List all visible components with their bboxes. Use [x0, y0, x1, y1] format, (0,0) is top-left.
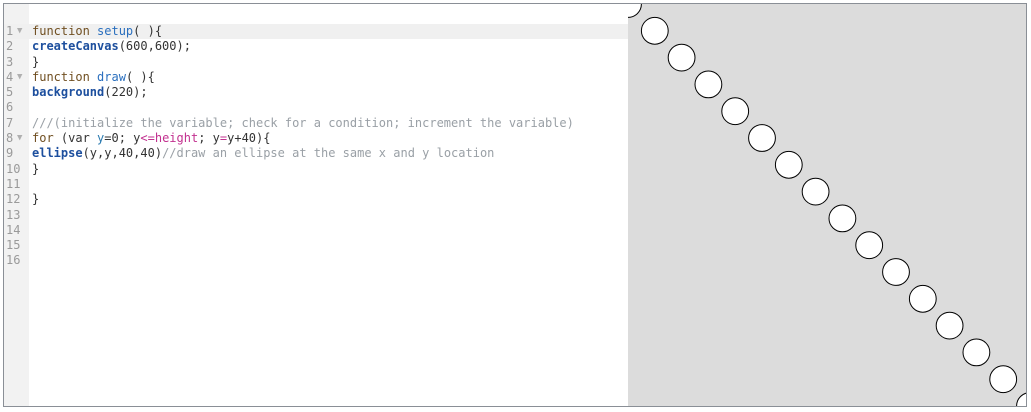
ellipse-shape: [801, 177, 830, 206]
code-line[interactable]: 11: [4, 177, 628, 192]
line-number-text: 5: [6, 85, 14, 100]
line-number-text: 16: [6, 253, 21, 268]
code-token: }: [32, 192, 40, 207]
line-number-text: 3: [6, 54, 14, 69]
code-line[interactable]: 6: [4, 100, 628, 115]
ellipse-shape: [882, 258, 910, 286]
code-text: function setup( ){: [32, 24, 162, 39]
code-line[interactable]: 14: [4, 223, 628, 238]
code-line[interactable]: 2 createCanvas(600,600);: [4, 39, 628, 54]
ellipse-shape: [908, 284, 937, 313]
sketch-canvas[interactable]: [628, 4, 1026, 406]
code-text: }: [32, 192, 39, 207]
code-token: setup: [97, 24, 134, 38]
code-token: ( ){: [133, 24, 163, 38]
code-token: ( ){: [125, 69, 155, 84]
code-text: background(220);: [32, 85, 148, 100]
code-text: ///(initialize the variable; check for a…: [32, 116, 574, 131]
code-token: createCanvas: [32, 39, 119, 54]
code-token: (y,y,40,40): [82, 146, 163, 161]
line-number-text: 11: [6, 176, 21, 191]
ellipse-shape: [935, 311, 964, 340]
code-text: }: [32, 55, 39, 70]
code-lines[interactable]: 1 ▼ function setup( ){2 createCanvas(600,60…: [4, 24, 628, 269]
code-line[interactable]: 8 ▼ for (var y=0; y<=height; y=y+40){: [4, 131, 628, 146]
line-number-text: 7: [6, 115, 14, 130]
code-token: (220);: [104, 85, 148, 100]
ellipse-shape: [748, 124, 776, 152]
code-text: }: [32, 162, 39, 177]
line-number-text: 13: [6, 207, 21, 222]
code-token: background: [32, 85, 105, 100]
ellipse-shape: [640, 16, 669, 45]
ellipse-shape: [774, 150, 803, 179]
line-number-text: 10: [6, 161, 21, 176]
code-token: (600,600);: [118, 39, 191, 54]
code-token: //draw an ellipse at the same x and y lo…: [162, 146, 495, 161]
fold-arrow-icon[interactable]: ▼: [17, 70, 22, 85]
code-text: createCanvas(600,600);: [32, 39, 191, 54]
code-line[interactable]: 15: [4, 238, 628, 253]
code-token: (var: [60, 131, 98, 146]
code-token: }: [32, 161, 40, 176]
code-token: height: [154, 131, 199, 146]
line-number-text: 14: [6, 222, 21, 237]
ellipse-shape: [828, 204, 857, 233]
code-text: for (var y=0; y<=height; y=y+40){: [32, 131, 270, 146]
code-token: ///(initialize the variable; check for a…: [32, 115, 574, 130]
line-number-text: 2: [6, 39, 14, 54]
code-token: draw: [97, 69, 126, 84]
code-line[interactable]: 7 ///(initialize the variable; check for …: [4, 116, 628, 131]
code-line[interactable]: 9 ellipse(y,y,40,40)//draw an ellipse at …: [4, 146, 628, 161]
ellipse-shape: [721, 97, 750, 126]
code-editor[interactable]: 1 ▼ function setup( ){2 createCanvas(600,60…: [4, 4, 628, 406]
code-token: for: [32, 131, 61, 146]
code-text: ellipse(y,y,40,40)//draw an ellipse at t…: [32, 146, 494, 161]
fold-arrow-icon[interactable]: ▼: [17, 24, 22, 39]
fold-arrow-icon[interactable]: ▼: [17, 131, 22, 146]
code-token: function: [32, 24, 98, 38]
sketch-svg: [628, 4, 1026, 406]
code-line[interactable]: 5 background(220);: [4, 85, 628, 100]
code-line[interactable]: 16: [4, 253, 628, 268]
code-token: <=: [140, 131, 155, 146]
code-line[interactable]: 13: [4, 208, 628, 223]
code-text: function draw( ){: [32, 70, 155, 85]
code-line[interactable]: 4 ▼ function draw( ){: [4, 70, 628, 85]
line-number-text: 12: [6, 192, 21, 207]
line-number-text: 1: [6, 24, 14, 38]
code-token: ellipse: [32, 146, 83, 161]
code-token: y+40){: [227, 131, 271, 146]
line-number-text: 4: [6, 69, 14, 84]
code-token: function: [32, 69, 98, 84]
code-line[interactable]: 3}: [4, 55, 628, 70]
code-line[interactable]: 12}: [4, 192, 628, 207]
ellipse-shape: [694, 70, 723, 99]
code-line[interactable]: 10}: [4, 162, 628, 177]
line-number-text: 8: [6, 131, 14, 146]
code-token: =0; y: [104, 131, 141, 146]
line-number-text: 6: [6, 100, 14, 115]
ellipse-shape: [962, 338, 991, 367]
code-token: ; y: [198, 131, 220, 146]
line-number-text: 9: [6, 146, 14, 161]
code-token: }: [32, 54, 40, 69]
code-line[interactable]: 1 ▼ function setup( ){: [4, 24, 628, 40]
ellipse-shape: [855, 231, 884, 260]
app-frame: 1 ▼ function setup( ){2 createCanvas(600,60…: [3, 3, 1027, 407]
ellipse-shape: [667, 43, 696, 72]
ellipse-shape: [989, 365, 1018, 394]
line-number-text: 15: [6, 238, 21, 253]
